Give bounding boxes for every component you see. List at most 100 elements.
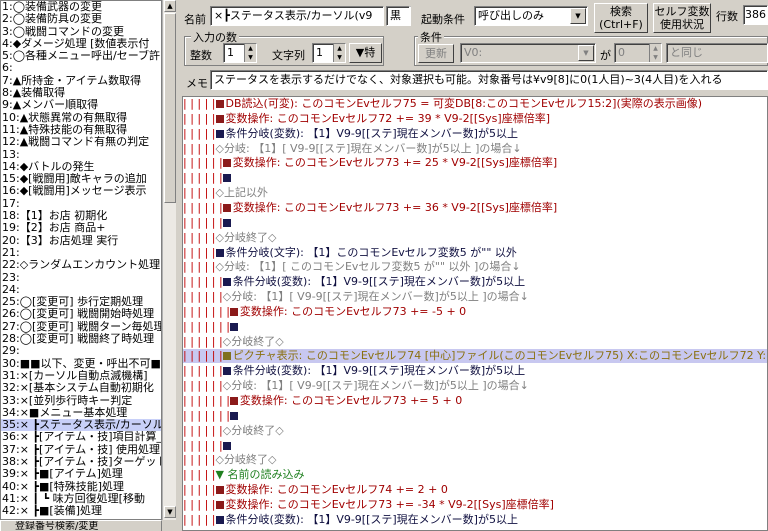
event-list-item[interactable]: 8:▲装備取得 xyxy=(1,87,161,99)
event-list-item[interactable]: 32:×[基本システム自動初期化 xyxy=(1,382,161,394)
event-list-item[interactable]: 23: xyxy=(1,272,161,284)
list-scrollbar[interactable]: ▲ ▼ xyxy=(162,0,176,520)
command-line[interactable]: | | | | | | ◇分岐: 【1】[ V9-9[[ステ]現在メンバー数]が… xyxy=(183,379,767,393)
event-list-item[interactable]: 28:◯[変更可] 戦闘終了時処理 xyxy=(1,333,161,345)
ga-label: が xyxy=(600,49,611,62)
event-command-list[interactable]: | | | | | DB読込(可変): このコモンEvセルフ75 = 可変DB[… xyxy=(182,96,768,531)
string-count-input[interactable]: 1 ▲ ▼ xyxy=(312,43,346,63)
command-line[interactable]: | | | | | | ◇分岐終了◇ xyxy=(183,335,767,349)
command-line[interactable]: | | | | | | ピクチャ表示: このコモンEvセルフ74 [中心]ファイ… xyxy=(183,349,767,364)
command-line[interactable]: | | | | | | 条件分岐(変数): 【1】V9-9[[ステ]現在メンバー… xyxy=(183,275,767,289)
event-list-item[interactable]: 7:▲所持金・アイテム数取得 xyxy=(1,75,161,87)
event-list-item[interactable]: 3:◯戦闘コマンドの変更 xyxy=(1,26,161,38)
int-spin-icon[interactable]: ▲ ▼ xyxy=(244,44,256,62)
condition-spin-icon[interactable]: ▲ ▼ xyxy=(649,44,661,62)
condition-variable-select[interactable]: V0: ▼ xyxy=(460,43,596,63)
indent-guide: | | | | | | xyxy=(183,423,223,437)
event-list-item[interactable]: 34:×■メニュー基本処理 xyxy=(1,407,161,419)
command-line[interactable]: | | | | | | 変数操作: このコモンEvセルフ73 += 25 * V… xyxy=(183,156,767,170)
command-line[interactable]: | | | | | ◇分岐: 【1】[ V9-9[[ステ]現在メンバー数]が5以… xyxy=(183,142,767,156)
condition-variable-dropdown-icon[interactable]: ▼ xyxy=(578,45,594,61)
event-list-item[interactable]: 22:◇ランダムエンカウント処理 xyxy=(1,259,161,271)
command-line[interactable]: | | | | | | | xyxy=(183,320,767,334)
event-list-item[interactable]: 4:◆ダメージ処理 [数値表示付 xyxy=(1,38,161,50)
command-line[interactable]: | | | | | ▼ 名前の読み込み xyxy=(183,468,767,482)
command-line[interactable]: | | | | | DB読込(可変): このコモンEvセルフ75 = 可変DB[… xyxy=(183,97,767,111)
command-line[interactable]: | | | | | | xyxy=(183,171,767,185)
command-line[interactable]: | | | | | | 変数操作: このコモンEvセルフ73 += 36 * V… xyxy=(183,201,767,215)
event-list-item[interactable]: 25:◯[変更可] 歩行定期処理 xyxy=(1,296,161,308)
command-line[interactable]: | | | | | ◇上記以外 xyxy=(183,186,767,200)
event-list-item[interactable]: 14:◆バトルの発生 xyxy=(1,161,161,173)
command-line[interactable]: | | | | | ◇分岐終了◇ xyxy=(183,453,767,467)
self-variable-usage-button[interactable]: セルフ変数 使用状況 xyxy=(653,3,711,33)
color-select[interactable]: 黒 xyxy=(386,6,410,26)
event-list-item[interactable]: 17: xyxy=(1,198,161,210)
event-list-item[interactable]: 18:【1】お店 初期化 xyxy=(1,210,161,222)
command-line[interactable]: | | | | | | 条件分岐(変数): 【1】V9-9[[ステ]現在メンバー… xyxy=(183,364,767,378)
command-line[interactable]: | | | | | | | 変数操作: このコモンEvセルフ73 += 5 + … xyxy=(183,394,767,408)
event-list-item[interactable]: 9:▲メンバー順取得 xyxy=(1,99,161,111)
command-line[interactable]: | | | | | | xyxy=(183,439,767,453)
command-line[interactable]: | | | | | 条件分岐(文字): 【1】このコモンEvセルフ変数5 が""… xyxy=(183,246,767,260)
event-list-item[interactable]: 10:▲状態異常の有無取得 xyxy=(1,112,161,124)
trigger-dropdown-icon[interactable]: ▼ xyxy=(570,8,586,24)
memo-input[interactable]: ステータスを表示するだけでなく、対象選択も可能。対象番号は¥v9[8]に0(1人… xyxy=(210,70,768,90)
event-list-item[interactable]: 39:× ┣■[アイテム]処理 xyxy=(1,468,161,480)
search-number-button[interactable]: 登録番号検索/変更 xyxy=(0,520,162,531)
command-line[interactable]: | | | | | 変数操作: このコモンEvセルフ74 += 2 + 0 xyxy=(183,483,767,497)
event-list-item[interactable]: 20:【3】お店処理 実行 xyxy=(1,235,161,247)
event-list-item[interactable]: 37:× ┣[アイテム・技] 使用処理 xyxy=(1,444,161,456)
scroll-up-icon[interactable]: ▲ xyxy=(164,0,176,12)
command-line[interactable]: | | | | | | | xyxy=(183,409,767,423)
event-list-item[interactable]: 11:▲特殊技能の有無取得 xyxy=(1,124,161,136)
event-list-item[interactable]: 30:■■以下、変更・呼出不可■■ xyxy=(1,358,161,370)
event-list-item[interactable]: 16:◆[戦闘用]メッセージ表示 xyxy=(1,185,161,197)
event-list-item[interactable]: 21: xyxy=(1,247,161,259)
trigger-select[interactable]: 呼び出しのみ ▼ xyxy=(474,6,588,26)
event-list-item[interactable]: 42:× ┣■[装備]処理 xyxy=(1,505,161,517)
command-line[interactable]: | | | | | | ◇分岐終了◇ xyxy=(183,424,767,438)
update-button[interactable]: 更新 xyxy=(418,44,454,63)
indent-guide: | | | | | xyxy=(183,483,216,497)
common-event-list[interactable]: 1:◯装備武器の変更 2:◯装備防具の変更 3:◯戦闘コマンドの変更 4:◆ダメージ処… xyxy=(0,0,162,520)
event-list-item[interactable]: 27:◯[変更可] 戦闘ターン毎処理 xyxy=(1,321,161,333)
name-input[interactable]: ×┣ステータス表示/カーソル(v9 xyxy=(210,6,384,26)
command-line[interactable]: | | | | | 変数操作: このコモンEvセルフ72 += 39 * V9-… xyxy=(183,112,767,126)
command-line[interactable]: | | | | | 条件分岐(変数): 【1】V9-9[[ステ]現在メンバー数]… xyxy=(183,127,767,141)
command-marker-icon xyxy=(229,307,238,316)
event-list-item[interactable]: 1:◯装備武器の変更 xyxy=(1,1,161,13)
condition-number-input[interactable]: 0 ▲ ▼ xyxy=(614,43,662,63)
event-list-item[interactable]: 19:【2】お店 商品+ xyxy=(1,222,161,234)
event-list-item[interactable]: 13: xyxy=(1,149,161,161)
int-count-input[interactable]: 1 ▲ ▼ xyxy=(223,43,257,63)
command-line[interactable]: | | | | | 条件分岐(変数): 【1】V9-9[[ステ]現在メンバー数]… xyxy=(183,513,767,527)
condition-compare-select[interactable]: と同じ xyxy=(666,43,768,63)
special-settings-button[interactable]: ▼特 xyxy=(349,43,382,63)
event-list-item[interactable]: 33:×[並列歩行時キー判定 xyxy=(1,395,161,407)
event-list-item[interactable]: 15:◆[戦闘用]敵キャラの追加 xyxy=(1,173,161,185)
scroll-thumb[interactable] xyxy=(164,13,176,203)
string-spin-icon[interactable]: ▲ ▼ xyxy=(333,44,345,62)
command-line[interactable]: | | | | | | ◇分岐: 【1】[ V9-9[[ステ]現在メンバー数]が… xyxy=(183,290,767,304)
event-list-item[interactable]: 5:◯各種メニュー呼出/セーブ許 xyxy=(1,50,161,62)
event-list-item[interactable]: 12:▲戦闘コマンド有無の判定 xyxy=(1,136,161,148)
event-list-item[interactable]: 41:× ┃ ┗ 味方回復処理[移動 xyxy=(1,493,161,505)
command-line[interactable]: | | | | | ◇分岐終了◇ xyxy=(183,231,767,245)
event-list-item[interactable]: 29: xyxy=(1,345,161,357)
event-list-item[interactable]: 35:× ┣ステータス表示/カーソル(v9 xyxy=(1,419,161,432)
event-list-item[interactable]: 24: xyxy=(1,284,161,296)
event-list-item[interactable]: 26:◯[変更可] 戦闘開始時処理 xyxy=(1,308,161,320)
event-list-item[interactable]: 36:× ┣[アイテム・技]項目計算_表 xyxy=(1,431,161,443)
command-line[interactable]: | | | | | | | 変数操作: このコモンEvセルフ73 += -5 +… xyxy=(183,305,767,319)
event-list-item[interactable]: 38:× ┣[アイテム・技]ターゲット選 xyxy=(1,456,161,468)
event-list-item[interactable]: 2:◯装備防具の変更 xyxy=(1,13,161,25)
command-line[interactable]: | | | | | 変数操作: このコモンEvセルフ73 += -34 * V9… xyxy=(183,498,767,512)
command-line[interactable]: | | | | | | xyxy=(183,216,767,230)
event-list-item[interactable]: 40:× ┣■[特殊技能]処理 xyxy=(1,481,161,493)
event-list-item[interactable]: 6: xyxy=(1,62,161,74)
scroll-down-icon[interactable]: ▼ xyxy=(164,506,176,518)
command-line[interactable]: | | | | | ◇分岐: 【1】[ このコモンEvセルフ変数5 が"" 以外… xyxy=(183,260,767,274)
search-button[interactable]: 検索 (Ctrl+F) xyxy=(594,3,648,33)
event-list-item[interactable]: 31:×[カーソル自動点滅機構] xyxy=(1,370,161,382)
